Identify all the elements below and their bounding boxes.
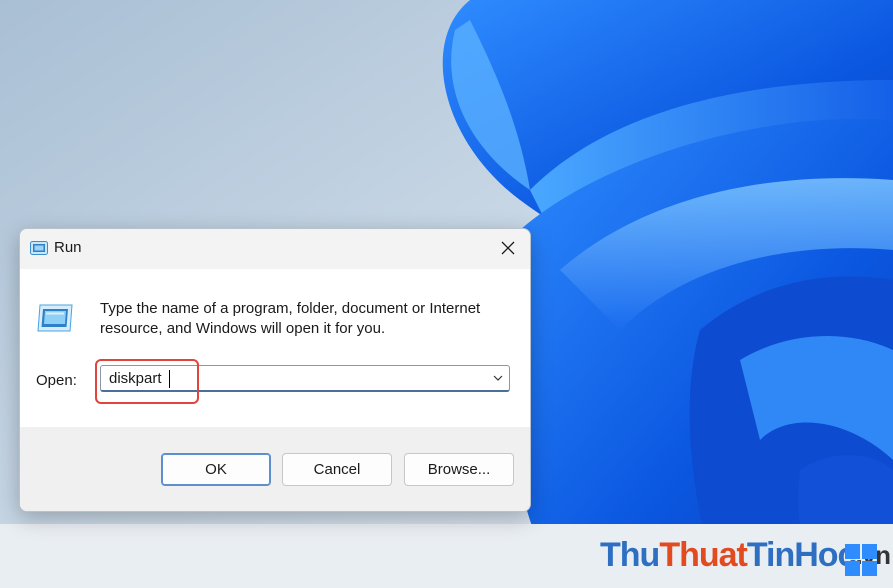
cancel-button[interactable]: Cancel [282, 453, 392, 486]
run-app-icon [30, 241, 48, 255]
windows-logo-icon [845, 544, 877, 576]
ok-button[interactable]: OK [161, 453, 271, 486]
title-bar[interactable]: Run [20, 229, 530, 269]
run-app-icon [37, 304, 73, 332]
dialog-content: Type the name of a program, folder, docu… [20, 269, 530, 427]
open-label: Open: [36, 372, 77, 389]
description-text: Type the name of a program, folder, docu… [100, 300, 481, 337]
browse-button[interactable]: Browse... [404, 453, 514, 486]
chevron-down-icon[interactable] [493, 374, 503, 382]
watermark-part: TinHoc [746, 535, 857, 574]
close-button[interactable] [486, 229, 530, 267]
run-dialog: Run Type the name of a program, folder, … [19, 228, 531, 512]
watermark-part: Thuat [659, 535, 748, 574]
window-title: Run [54, 239, 82, 256]
highlight-box [95, 359, 199, 404]
button-row: OK Cancel Browse... [20, 427, 530, 511]
watermark-part: Thu [600, 535, 660, 574]
close-icon [501, 241, 515, 255]
